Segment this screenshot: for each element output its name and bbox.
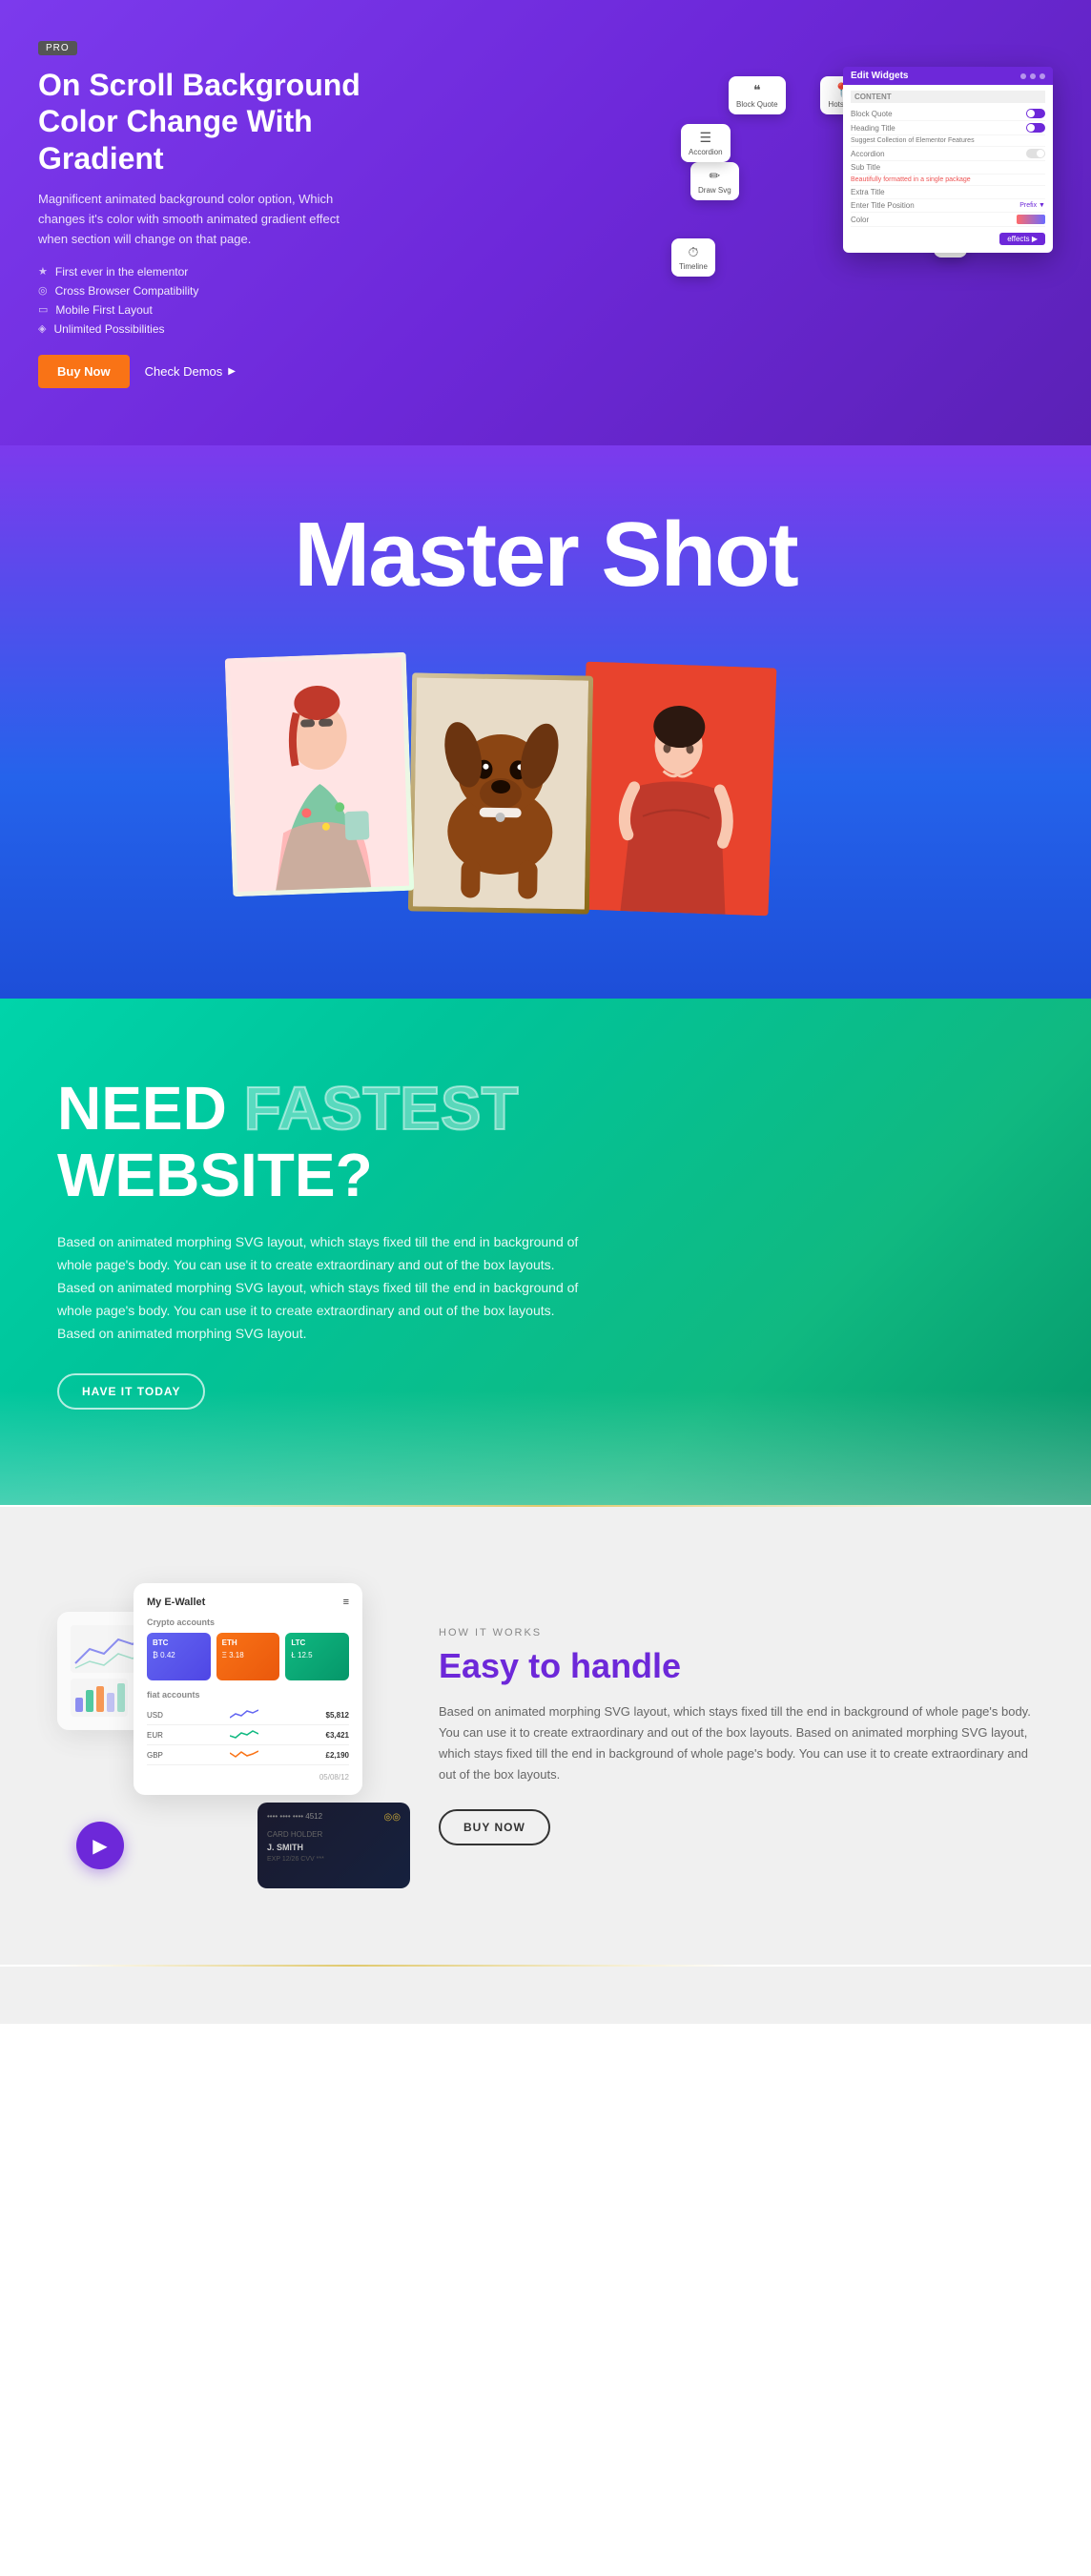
wallet-mockup-container: My E-Wallet ≡ Crypto accounts BTC ₿ 0.42… [57, 1583, 381, 1888]
easy-content: HOW IT WORKS Easy to handle Based on ani… [439, 1627, 1034, 1844]
master-image-2 [408, 672, 593, 914]
crypto-card-ltc: LTC Ł 12.5 [285, 1633, 349, 1680]
timeline-icon: ⏱ [679, 244, 708, 260]
wallet-card-main: My E-Wallet ≡ Crypto accounts BTC ₿ 0.42… [134, 1583, 362, 1795]
widget-row-color: Color [851, 213, 1045, 227]
widget-panel-header: Edit Widgets [843, 67, 1053, 85]
sparkline-eur [230, 1728, 258, 1741]
widget-row-package: Beautifully formatted in a single packag… [851, 175, 1045, 186]
need-text: NEED [57, 1074, 227, 1143]
crypto-cards: BTC ₿ 0.42 ETH Ξ 3.18 LTC Ł 12.5 [147, 1633, 349, 1680]
feature-item: First ever in the elementor [38, 265, 362, 278]
widget-toggle[interactable] [1026, 109, 1045, 118]
accordion-icon: ☰ [689, 130, 723, 146]
fiat-row-usd: USD $5,812 [147, 1705, 349, 1725]
header-dot-3 [1040, 73, 1045, 79]
hero-description: Magnificent animated background color op… [38, 190, 362, 249]
hero-buttons: Buy Now Check Demos [38, 355, 362, 388]
need-fastest-section: NEED FASTEST WEBSITE? Based on animated … [0, 999, 1091, 1506]
pro-badge: PRO [38, 41, 77, 55]
crypto-label: Crypto accounts [147, 1618, 349, 1627]
float-icon-drawsvg: ✏ Draw Svg [690, 162, 739, 200]
easy-title-text: Easy to handle [439, 1646, 681, 1685]
widget-panel: Edit Widgets Content Block Quote Heading… [843, 67, 1053, 253]
section-fade [0, 1391, 1091, 1505]
feature-item: Cross Browser Compatibility [38, 284, 362, 298]
blockquote-icon: ❝ [736, 82, 778, 98]
float-icon-timeline: ⏱ Timeline [671, 238, 715, 277]
widget-row-extra: Extra Title [851, 186, 1045, 199]
bar-chart-small [71, 1679, 128, 1717]
master-image-1 [225, 651, 415, 896]
master-images [38, 655, 1053, 922]
widget-toggle-heading[interactable] [1026, 123, 1045, 133]
master-image-3 [578, 661, 777, 916]
buy-now-button-2[interactable]: BUY NOW [439, 1809, 550, 1845]
website-text: WEBSITE? [57, 1142, 1034, 1208]
widget-panel-title: Edit Widgets [851, 71, 908, 81]
widget-mockup: 📍 Hotspot T Heading ◕ Pie Chart ▦ Table … [671, 67, 1053, 315]
crypto-card-btc: BTC ₿ 0.42 [147, 1633, 211, 1680]
sparkline-usd [230, 1708, 258, 1721]
easy-section: My E-Wallet ≡ Crypto accounts BTC ₿ 0.42… [0, 1507, 1091, 1965]
hero-title: On Scroll Background Color Change With G… [38, 67, 362, 176]
widget-row-accordion: Accordion [851, 147, 1045, 161]
master-section: Master Shot [0, 445, 1091, 999]
easy-title: Easy to handle [439, 1646, 1034, 1686]
widget-row-position: Enter Title Position Prefix ▼ [851, 199, 1045, 213]
hero-features-list: First ever in the elementor Cross Browse… [38, 265, 362, 336]
widget-header-icons [1020, 73, 1045, 79]
hero-section: PRO On Scroll Background Color Change Wi… [0, 0, 1091, 445]
black-credit-card: •••• •••• •••• 4512 ◎◎ CARD HOLDER J. SM… [257, 1803, 410, 1888]
widget-section-content: Content [851, 91, 1045, 103]
master-title: Master Shot [38, 503, 1053, 608]
feature-item: Mobile First Layout [38, 303, 362, 317]
hero-text-block: On Scroll Background Color Change With G… [38, 67, 362, 388]
buy-now-button[interactable]: Buy Now [38, 355, 130, 388]
header-dot-2 [1030, 73, 1036, 79]
header-dot-1 [1020, 73, 1026, 79]
check-demos-button[interactable]: Check Demos [145, 364, 236, 379]
crypto-card-eth: ETH Ξ 3.18 [216, 1633, 280, 1680]
fiat-row-eur: EUR €3,421 [147, 1725, 349, 1745]
sparkline-gbp [230, 1748, 258, 1762]
fastest-text: FASTEST [244, 1074, 519, 1143]
how-it-works-label: HOW IT WORKS [439, 1627, 1034, 1638]
widget-row-suggest: Suggest Collection of Elementor Features [851, 135, 1045, 147]
widget-apply-btn[interactable]: effects ▶ [999, 233, 1045, 245]
bottom-space [0, 1967, 1091, 2024]
easy-description: Based on animated morphing SVG layout, w… [439, 1701, 1034, 1785]
draw-svg-icon: ✏ [698, 168, 731, 184]
color-swatch[interactable] [1017, 215, 1045, 224]
float-icon-blockquote: ❝ Block Quote [729, 76, 786, 114]
fiat-label: fiat accounts [147, 1690, 349, 1700]
wallet-card-title: My E-Wallet ≡ [147, 1597, 349, 1608]
need-description: Based on animated morphing SVG layout, w… [57, 1231, 591, 1345]
widget-row-blockquote: Block Quote [851, 107, 1045, 121]
fiat-row-gbp: GBP £2,190 [147, 1745, 349, 1765]
widget-row-heading: Heading Title [851, 121, 1045, 135]
feature-item: Unlimited Possibilities [38, 322, 362, 336]
video-play-button[interactable]: ▶ [76, 1822, 124, 1869]
need-fastest-title: NEED FASTEST WEBSITE? [57, 1075, 1034, 1209]
float-icon-accordion: ☰ Accordion [681, 124, 731, 162]
widget-toggle-accordion[interactable] [1026, 149, 1045, 158]
widget-row-subtitle: Sub Title [851, 161, 1045, 175]
